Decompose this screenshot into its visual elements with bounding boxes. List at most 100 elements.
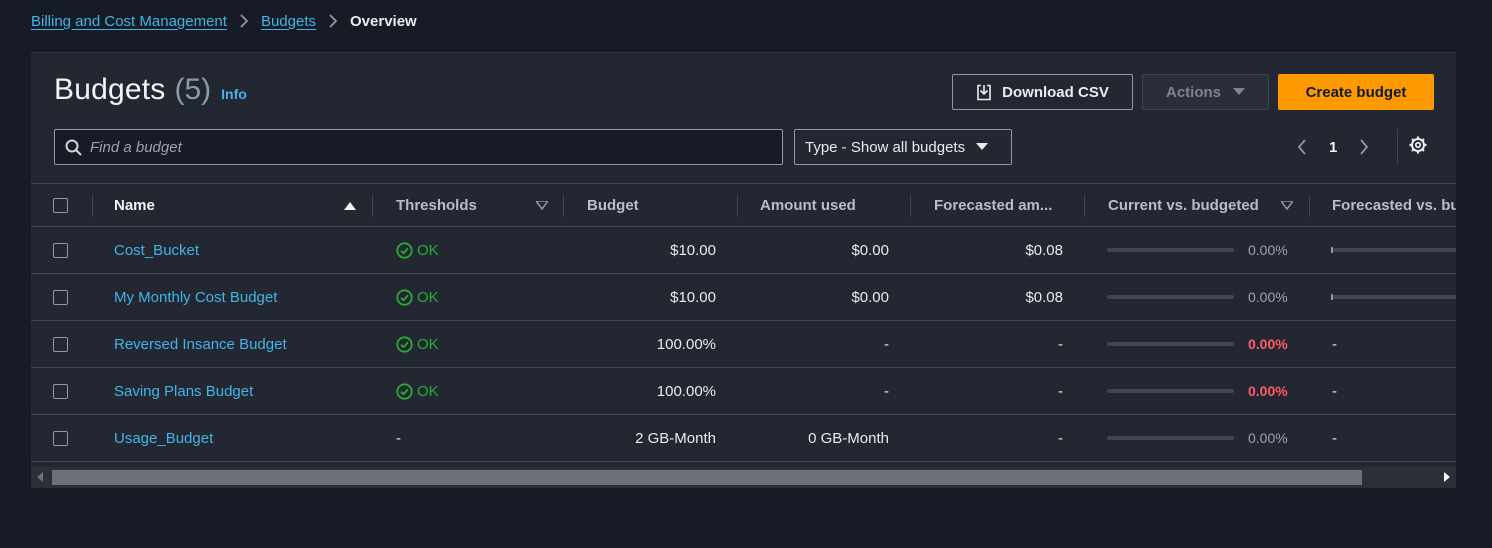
download-icon [976, 84, 992, 101]
breadcrumb-billing-link[interactable]: Billing and Cost Management [31, 13, 227, 30]
table-row: Cost_Bucket OK $10.00 $0.00 $0.08 0.00% [31, 227, 1456, 274]
threshold-status: - [396, 429, 401, 447]
threshold-status: OK [396, 274, 439, 320]
table-row: Reversed Insance Budget OK 100.00% - - 0… [31, 321, 1456, 368]
amount-used: $0.00 [851, 288, 889, 306]
forecasted-amount: $0.08 [1025, 288, 1063, 306]
column-divider[interactable] [1309, 195, 1310, 217]
sort-icon[interactable] [1281, 184, 1293, 226]
row-select-cell [53, 274, 68, 320]
column-divider[interactable] [563, 195, 564, 217]
forecasted-amount: - [1058, 382, 1063, 400]
budget-name-link[interactable]: Saving Plans Budget [114, 368, 253, 414]
page-title: Budgets [54, 73, 166, 106]
column-header-forecasted[interactable]: Forecasted am... [934, 184, 1052, 226]
column-header-current-vs-budgeted[interactable]: Current vs. budgeted [1108, 184, 1259, 226]
column-divider[interactable] [372, 195, 373, 217]
budget-name-link[interactable]: Reversed Insance Budget [114, 321, 287, 367]
row-select-cell [53, 227, 68, 273]
column-divider [92, 195, 93, 217]
budget-count: (5) [174, 73, 212, 106]
breadcrumb-current: Overview [350, 12, 417, 30]
current-vs-budgeted: 0.00% [1107, 274, 1288, 320]
forecasted-vs-budgeted: - [1332, 429, 1337, 447]
row-checkbox[interactable] [53, 242, 68, 258]
threshold-status: OK [396, 368, 439, 414]
forecasted-progress-bar [1331, 247, 1456, 253]
threshold-status: OK [396, 321, 439, 367]
caret-down-icon [976, 143, 989, 151]
download-csv-label: Download CSV [1002, 83, 1109, 101]
info-link[interactable]: Info [221, 86, 247, 102]
threshold-label: OK [417, 288, 439, 306]
sort-ascending-icon[interactable] [344, 184, 356, 226]
horizontal-scrollbar[interactable] [31, 467, 1456, 488]
chevron-left-icon[interactable] [1297, 138, 1307, 156]
create-budget-button[interactable]: Create budget [1278, 74, 1434, 110]
row-checkbox[interactable] [53, 430, 68, 446]
table-row: Usage_Budget - 2 GB-Month 0 GB-Month - 0… [31, 415, 1456, 462]
current-vs-budgeted: 0.00% [1107, 368, 1288, 414]
search-field[interactable] [54, 129, 783, 165]
scrollbar-thumb[interactable] [52, 470, 1362, 485]
row-select-cell [53, 321, 68, 367]
column-header-budget[interactable]: Budget [587, 184, 639, 226]
select-all-checkbox[interactable] [53, 197, 68, 213]
threshold-label: OK [417, 241, 439, 259]
scroll-right-icon[interactable] [1443, 472, 1450, 482]
column-divider[interactable] [737, 195, 738, 217]
current-progress-bar [1107, 389, 1234, 393]
budget-name-link[interactable]: My Monthly Cost Budget [114, 274, 277, 320]
breadcrumb: Billing and Cost Management Budgets Over… [31, 11, 417, 31]
amount-used: $0.00 [851, 241, 889, 259]
threshold-label: OK [417, 382, 439, 400]
forecasted-vs-budgeted [1331, 274, 1456, 320]
forecasted-vs-budgeted [1331, 227, 1456, 273]
gear-icon[interactable] [1408, 135, 1428, 155]
table-row: Saving Plans Budget OK 100.00% - - 0.00%… [31, 368, 1456, 415]
column-header-thresholds-label: Thresholds [396, 196, 477, 214]
page-number[interactable]: 1 [1329, 139, 1337, 156]
budget-name-link[interactable]: Usage_Budget [114, 415, 213, 461]
scroll-left-icon[interactable] [37, 472, 44, 482]
current-percent: 0.00% [1248, 430, 1288, 446]
search-input[interactable] [90, 138, 770, 156]
check-circle-icon [396, 241, 413, 259]
budget-amount: $10.00 [670, 288, 716, 306]
current-vs-budgeted: 0.00% [1107, 227, 1288, 273]
actions-button[interactable]: Actions [1142, 74, 1269, 110]
column-header-thresholds[interactable]: Thresholds [396, 184, 477, 226]
column-header-amount-used[interactable]: Amount used [760, 184, 856, 226]
row-checkbox[interactable] [53, 289, 68, 305]
column-divider[interactable] [910, 195, 911, 217]
column-header-forecasted-vs-budgeted[interactable]: Forecasted vs. bu [1332, 184, 1456, 226]
current-percent: 0.00% [1248, 289, 1288, 305]
type-filter-select[interactable]: Type - Show all budgets [794, 129, 1012, 165]
page-header: Budgets (5) Info [54, 73, 247, 107]
column-header-forecasted-label: Forecasted am... [934, 196, 1053, 214]
column-header-current-vs-budgeted-label: Current vs. budgeted [1108, 196, 1259, 214]
forecasted-progress-bar [1331, 294, 1456, 300]
download-csv-button[interactable]: Download CSV [952, 74, 1133, 110]
chevron-right-icon [328, 13, 338, 29]
column-divider[interactable] [1084, 195, 1085, 217]
search-icon [65, 139, 82, 156]
table-header-row: Name Thresholds Budget Amount used Forec… [31, 184, 1456, 227]
column-header-name[interactable]: Name [114, 184, 155, 226]
current-percent: 0.00% [1248, 336, 1288, 352]
budget-amount: 2 GB-Month [635, 429, 716, 447]
forecasted-vs-budgeted: - [1332, 335, 1337, 353]
current-percent: 0.00% [1248, 383, 1288, 399]
column-header-forecasted-vs-budgeted-label: Forecasted vs. bu [1332, 196, 1456, 214]
pagination-divider [1397, 129, 1398, 165]
column-header-budget-label: Budget [587, 196, 639, 214]
sort-icon[interactable] [536, 184, 548, 226]
chevron-right-icon[interactable] [1359, 138, 1369, 156]
threshold-status: OK [396, 227, 439, 273]
budget-amount: $10.00 [670, 241, 716, 259]
row-checkbox[interactable] [53, 336, 68, 352]
breadcrumb-budgets-link[interactable]: Budgets [261, 13, 316, 30]
amount-used: - [884, 335, 889, 353]
row-checkbox[interactable] [53, 383, 68, 399]
budget-name-link[interactable]: Cost_Bucket [114, 227, 199, 273]
